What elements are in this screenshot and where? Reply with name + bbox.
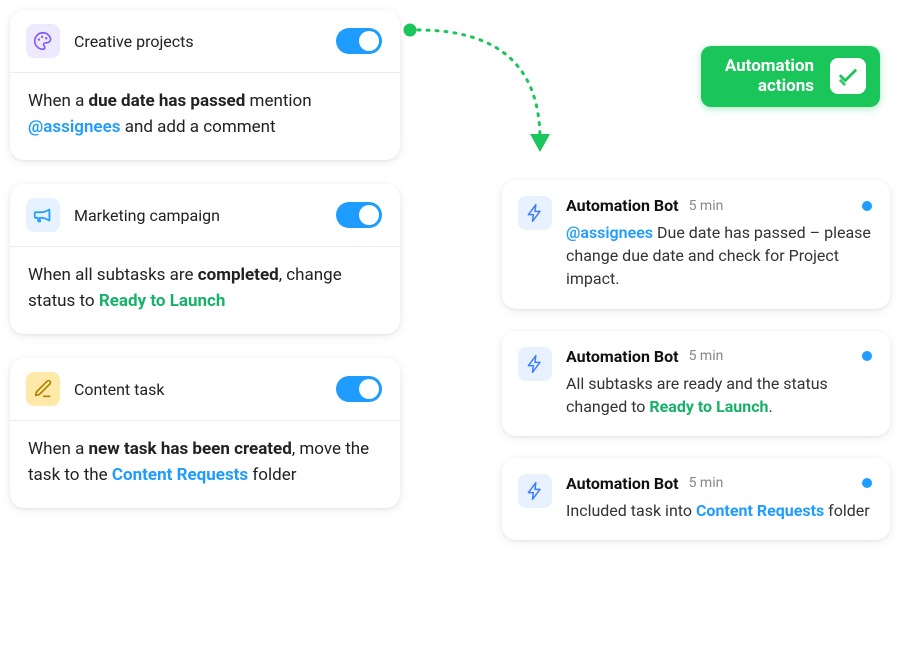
rule-header: Content task — [10, 358, 400, 421]
unread-dot-icon — [862, 478, 872, 488]
bot-name: Automation Bot — [566, 474, 679, 493]
rule-toggle[interactable] — [336, 28, 382, 54]
bot-message-card: Automation Bot 5 min @assignees Due date… — [502, 180, 890, 309]
check-icon — [830, 58, 866, 94]
bolt-icon — [518, 347, 552, 381]
bolt-icon — [518, 196, 552, 230]
bolt-icon — [518, 474, 552, 508]
palette-icon — [26, 24, 60, 58]
bot-messages-list: Automation Bot 5 min @assignees Due date… — [502, 180, 890, 540]
bot-time: 5 min — [689, 475, 724, 491]
rule-toggle[interactable] — [336, 202, 382, 228]
bot-message-text: Included task into Content Requests fold… — [566, 499, 872, 522]
bot-content: Automation Bot 5 min All subtasks are re… — [566, 347, 872, 418]
bot-message-text: All subtasks are ready and the status ch… — [566, 372, 872, 418]
bot-header: Automation Bot 5 min — [566, 196, 872, 215]
rule-title: Marketing campaign — [74, 206, 322, 225]
rule-description: When all subtasks are completed, change … — [10, 247, 400, 334]
rule-title: Content task — [74, 380, 322, 399]
rule-card: Creative projects When a due date has pa… — [10, 10, 400, 160]
bot-message-card: Automation Bot 5 min All subtasks are re… — [502, 331, 890, 436]
bot-header: Automation Bot 5 min — [566, 474, 872, 493]
megaphone-icon — [26, 198, 60, 232]
bot-name: Automation Bot — [566, 347, 679, 366]
bot-name: Automation Bot — [566, 196, 679, 215]
bot-content: Automation Bot 5 min Included task into … — [566, 474, 872, 522]
rule-description: When a new task has been created, move t… — [10, 421, 400, 508]
bot-message-card: Automation Bot 5 min Included task into … — [502, 458, 890, 540]
bot-header: Automation Bot 5 min — [566, 347, 872, 366]
bot-content: Automation Bot 5 min @assignees Due date… — [566, 196, 872, 291]
rule-header: Creative projects — [10, 10, 400, 73]
rule-card: Marketing campaign When all subtasks are… — [10, 184, 400, 334]
bot-time: 5 min — [689, 198, 724, 214]
rule-title: Creative projects — [74, 32, 322, 51]
edit-icon — [26, 372, 60, 406]
unread-dot-icon — [862, 201, 872, 211]
unread-dot-icon — [862, 351, 872, 361]
arrow-connector — [400, 20, 560, 160]
rule-toggle[interactable] — [336, 376, 382, 402]
bot-time: 5 min — [689, 348, 724, 364]
rule-header: Marketing campaign — [10, 184, 400, 247]
rule-description: When a due date has passed mention @assi… — [10, 73, 400, 160]
badge-label: Automation actions — [725, 56, 814, 97]
automation-actions-badge: Automation actions — [701, 46, 880, 107]
bot-message-text: @assignees Due date has passed – please … — [566, 221, 872, 291]
rules-list: Creative projects When a due date has pa… — [10, 10, 400, 508]
rule-card: Content task When a new task has been cr… — [10, 358, 400, 508]
